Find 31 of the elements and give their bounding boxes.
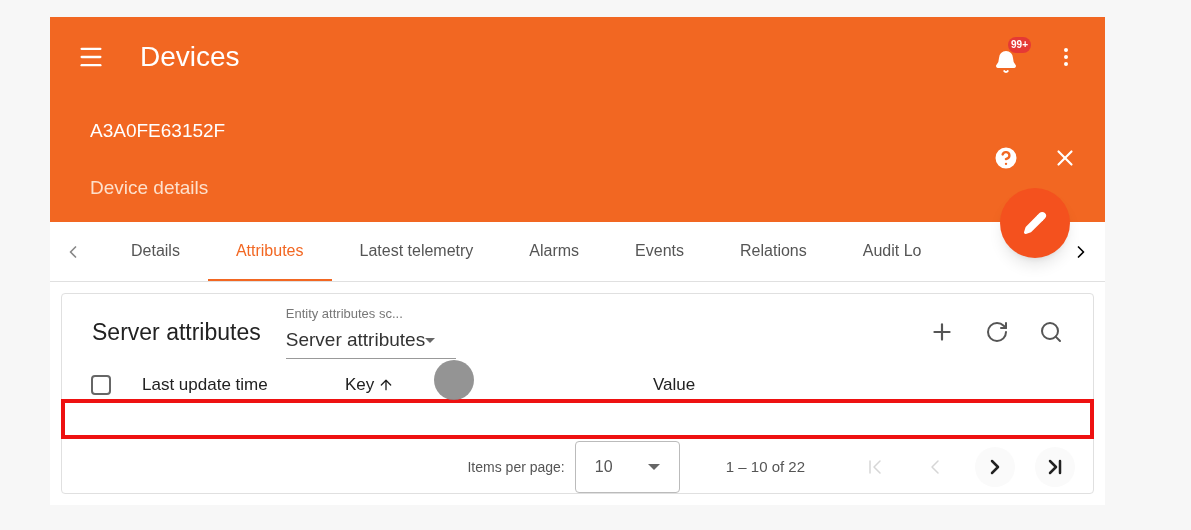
select-all-checkbox[interactable] [91, 374, 111, 395]
pencil-icon [1023, 211, 1047, 235]
device-subtitle: Device details [90, 175, 210, 200]
next-page-button[interactable] [975, 447, 1015, 487]
page-title: Devices [140, 40, 240, 74]
tab[interactable]: Relations [712, 222, 835, 281]
tab[interactable]: Events [607, 222, 713, 281]
column-header[interactable]: Key [345, 371, 395, 398]
scope-select[interactable]: Server attributes [285, 323, 456, 360]
section-title: Server attributes [92, 317, 261, 347]
notification-badge: 99+ [1008, 37, 1031, 53]
dropdown-caret-icon [647, 464, 660, 470]
items-per-page-label: Items per page: [467, 457, 565, 477]
page-size-select[interactable]: 10 [574, 441, 680, 493]
notifications-button[interactable]: 99+ [991, 37, 1031, 77]
tab[interactable]: Latest telemetry [331, 222, 502, 281]
refresh-icon[interactable] [985, 319, 1009, 344]
bell-icon [994, 50, 1018, 74]
scope-label: Entity attributes sc... [285, 305, 404, 324]
last-page-button[interactable] [1035, 447, 1075, 487]
search-icon[interactable] [1039, 319, 1063, 344]
column-header[interactable]: Value [653, 371, 696, 398]
cursor-indicator [434, 359, 474, 400]
dropdown-caret-icon [425, 337, 436, 343]
device-name: A3A0FE63152F [90, 119, 226, 143]
tab[interactable]: Details [103, 222, 208, 281]
tab[interactable]: Audit Lo [834, 222, 922, 281]
help-icon[interactable] [992, 144, 1020, 172]
column-header[interactable]: Last update time [142, 371, 268, 398]
tab[interactable]: Alarms [501, 222, 608, 281]
page-range: 1 – 10 of 22 [725, 456, 805, 477]
